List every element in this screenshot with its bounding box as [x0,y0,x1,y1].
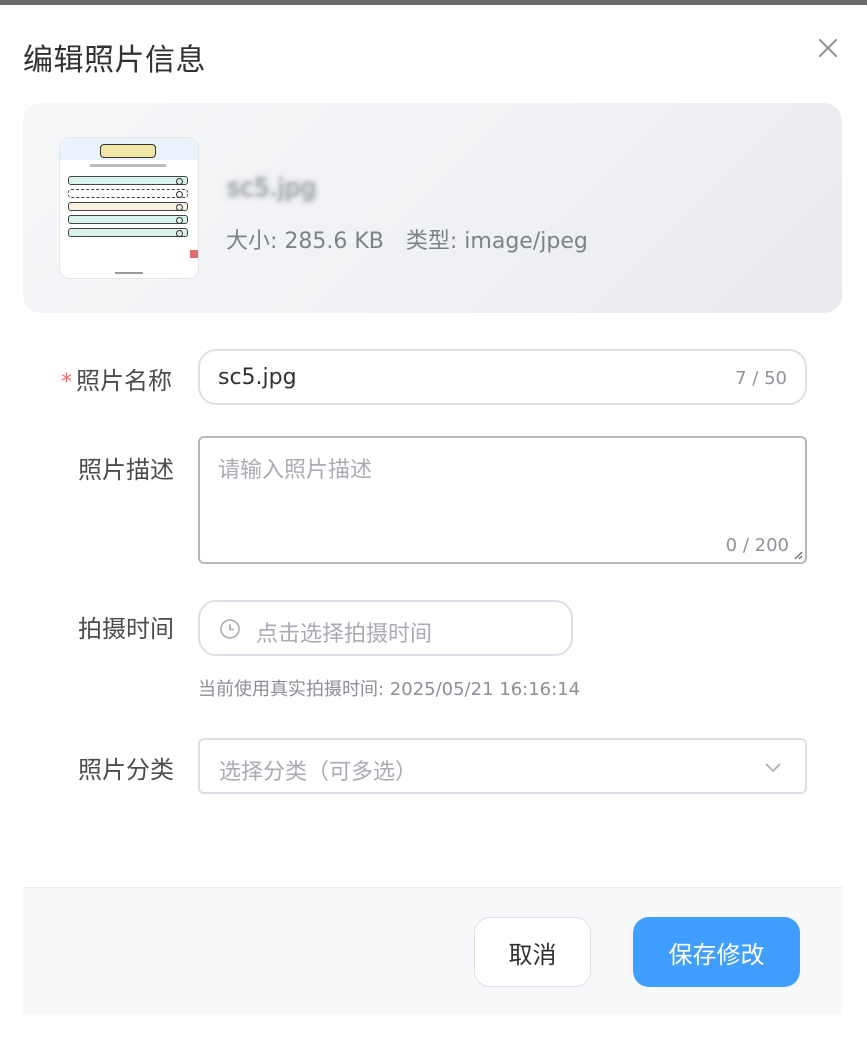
preview-meta: 大小: 285.6 KB 类型: image/jpeg [226,223,610,255]
shoot-time-hint: 当前使用真实拍摄时间: 2025/05/21 16:16:14 [198,679,581,700]
chevron-down-icon [765,763,781,773]
required-mark: * [61,370,72,395]
dialog-footer: 取消 保存修改 [23,887,842,1014]
file-type: 类型: image/jpeg [405,229,588,254]
thumbnail-subtitle-line [90,164,166,167]
thumbnail-logo [100,144,156,158]
photo-description-textarea[interactable]: 请输入照片描述 0 / 200 [198,436,807,564]
name-label: * 照片名称 [61,361,172,396]
file-size: 大小: 285.6 KB [226,229,384,254]
photo-name-char-count: 7 / 50 [735,368,787,389]
shoot-time-picker[interactable]: 点击选择拍摄时间 [198,600,573,656]
shoot-time-label: 拍摄时间 [78,615,174,643]
thumbnail-row [68,202,188,211]
edit-photo-dialog: 编辑照片信息 sc5.jpg 大小: 285.6 KB 类型: image/jpe… [0,5,867,1042]
description-placeholder: 请输入照片描述 [218,458,373,483]
thumbnail-row [68,215,188,224]
category-label: 照片分类 [78,756,174,784]
photo-preview-card: sc5.jpg 大小: 285.6 KB 类型: image/jpeg [23,103,842,313]
shoot-time-placeholder: 点击选择拍摄时间 [256,622,433,647]
preview-file-name: sc5.jpg [227,173,317,202]
photo-thumbnail[interactable] [60,138,198,278]
save-changes-button[interactable]: 保存修改 [633,917,800,987]
photo-name-value: sc5.jpg [218,365,297,390]
cancel-button[interactable]: 取消 [474,917,591,987]
description-char-count: 0 / 200 [725,535,789,556]
description-label: 照片描述 [78,456,174,484]
thumbnail-footer-line [115,272,143,274]
name-label-text: 照片名称 [76,367,172,395]
close-icon [819,39,837,57]
thumbnail-badge [190,250,198,258]
close-button[interactable] [815,35,841,61]
category-placeholder: 选择分类（可多选） [219,760,418,785]
photo-name-input[interactable]: sc5.jpg 7 / 50 [198,349,807,405]
thumbnail-row [68,176,188,185]
clock-icon [220,619,240,639]
dialog-title: 编辑照片信息 [23,43,206,78]
resize-handle-icon[interactable] [793,550,803,560]
thumbnail-row [68,189,188,198]
category-select[interactable]: 选择分类（可多选） [198,738,807,794]
thumbnail-row [68,228,188,237]
